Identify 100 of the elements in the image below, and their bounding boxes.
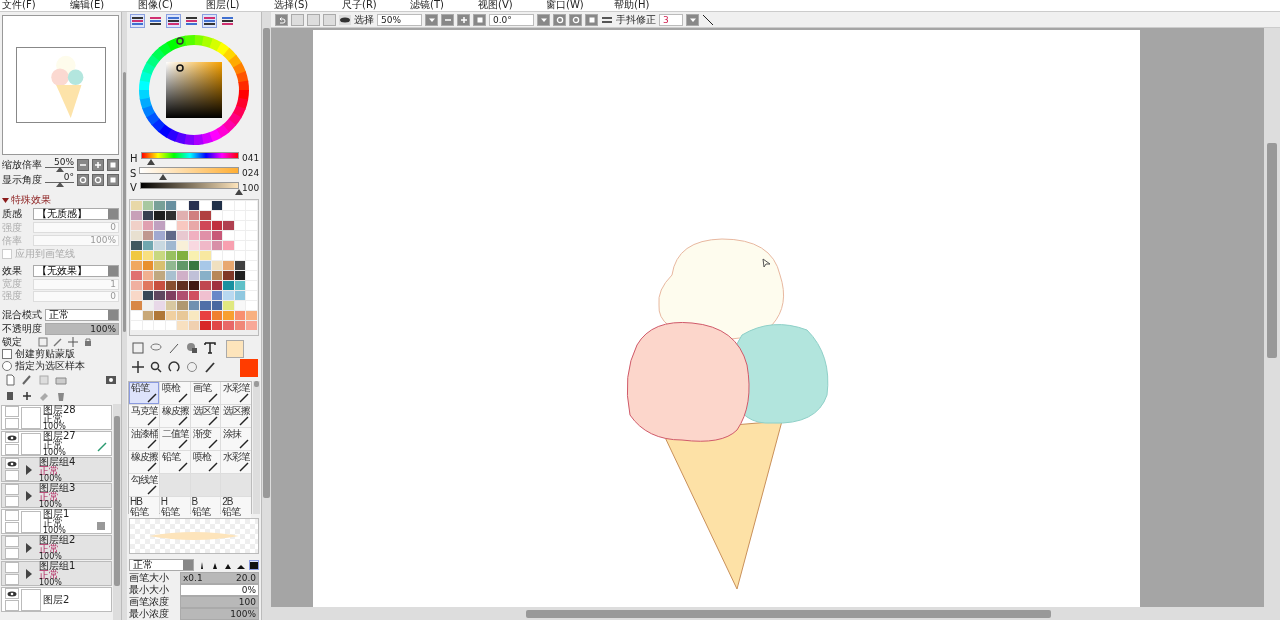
visibility-toggle[interactable]: [5, 458, 19, 469]
dropdown-button[interactable]: [537, 13, 550, 26]
scrollbar-thumb[interactable]: [114, 416, 120, 586]
secondary-color-swatch[interactable]: [240, 359, 258, 378]
brush-tool[interactable]: 选区擦: [221, 405, 251, 428]
zoom-out-button[interactable]: [441, 13, 454, 26]
zoom-out-button[interactable]: [77, 159, 89, 171]
brush-param-slider[interactable]: 100: [180, 596, 259, 608]
color-mode-tab[interactable]: [220, 14, 235, 28]
folder-icon[interactable]: [55, 374, 67, 386]
visibility-toggle[interactable]: [5, 588, 19, 599]
zoom-in-button[interactable]: [457, 13, 470, 26]
lock-pixels-icon[interactable]: [37, 335, 49, 348]
brush-tool[interactable]: 涂抹: [221, 428, 251, 451]
selection-toggle[interactable]: [5, 444, 19, 455]
brush-preset[interactable]: H 铅笔: [159, 497, 190, 520]
scrollbar-thumb[interactable]: [254, 381, 259, 388]
visibility-toggle[interactable]: [5, 510, 19, 521]
visibility-toggle[interactable]: [5, 562, 19, 573]
color-palette[interactable]: [129, 199, 259, 336]
reset-button[interactable]: [107, 159, 119, 171]
redo-button[interactable]: [291, 13, 304, 26]
selection-toggle[interactable]: [5, 574, 19, 585]
brush-preset[interactable]: 2B 铅笔: [221, 497, 251, 520]
expand-arrow-icon[interactable]: [25, 568, 33, 579]
color-mode-tab[interactable]: [130, 14, 145, 28]
brush-tool[interactable]: 二值笔: [159, 428, 190, 451]
eraser-icon[interactable]: [38, 390, 50, 402]
brush-param-slider[interactable]: 0%: [180, 584, 259, 596]
menu-item[interactable]: 编辑(E): [70, 0, 138, 11]
mask-icon[interactable]: [105, 374, 117, 386]
brush-tool[interactable]: 选区笔: [190, 405, 221, 428]
toolbar-button[interactable]: [307, 13, 320, 26]
opacity-bar[interactable]: 100%: [45, 322, 119, 335]
layer-group-row[interactable]: 图层组2 正常 100%: [1, 535, 112, 560]
rotate-left-button[interactable]: [77, 174, 89, 186]
zoom-slider[interactable]: 50%: [45, 158, 74, 172]
visibility-toggle[interactable]: [5, 406, 19, 417]
brush-tool[interactable]: 铅笔: [129, 382, 159, 405]
texture-dropdown[interactable]: 【无质感】: [33, 208, 119, 220]
effect-dropdown[interactable]: 【无效果】: [33, 265, 119, 277]
color-wheel[interactable]: [138, 34, 250, 147]
selection-toggle[interactable]: [5, 496, 19, 507]
text-tool-icon[interactable]: [202, 339, 218, 357]
brush-tool[interactable]: 橡皮擦: [129, 451, 159, 474]
brush-tool[interactable]: 画笔: [190, 382, 221, 405]
color-mode-tab[interactable]: [202, 14, 217, 28]
rotate-right-button[interactable]: [569, 13, 582, 26]
reset-button[interactable]: [585, 13, 598, 26]
layer-row[interactable]: 图层28 正常 100%: [1, 405, 112, 430]
brush-tool[interactable]: 渐变: [190, 428, 221, 451]
menu-item[interactable]: 帮助(H): [614, 0, 682, 11]
move-icon[interactable]: [130, 358, 146, 376]
reset-button[interactable]: [473, 13, 486, 26]
brush-tool[interactable]: 橡皮擦: [159, 405, 190, 428]
brush-tool[interactable]: 水彩笔: [221, 451, 251, 474]
menu-item[interactable]: 选择(S): [274, 0, 342, 11]
color-mode-tab[interactable]: [166, 14, 181, 28]
expand-arrow-icon[interactable]: [25, 464, 33, 475]
merge-down-icon[interactable]: [4, 390, 16, 402]
scrollbar-thumb[interactable]: [263, 28, 270, 498]
pen-layer-icon[interactable]: [21, 374, 33, 386]
menu-item[interactable]: 文件(F): [2, 0, 70, 11]
reset-button[interactable]: [107, 174, 119, 186]
lock-icon[interactable]: [82, 335, 94, 348]
blend-mode-dropdown[interactable]: 正常: [45, 309, 119, 321]
layer-row[interactable]: 图层2: [1, 587, 112, 612]
selection-toggle[interactable]: [5, 548, 19, 559]
stabilizer-field[interactable]: 3: [659, 13, 683, 26]
layer-group-row[interactable]: 图层组1 正常 100%: [1, 561, 112, 586]
brush-tool[interactable]: 喷枪: [190, 451, 221, 474]
checkbox[interactable]: [2, 249, 12, 259]
visibility-toggle[interactable]: [5, 484, 19, 495]
brush-tool[interactable]: 马克笔: [129, 405, 159, 428]
zoom-in-button[interactable]: [92, 159, 104, 171]
expand-arrow-icon[interactable]: [25, 490, 33, 501]
menu-item[interactable]: 图层(L): [206, 0, 274, 11]
brush-tool[interactable]: 铅笔: [159, 451, 190, 474]
brush-tool[interactable]: 油漆桶: [129, 428, 159, 451]
selection-toggle[interactable]: [5, 418, 19, 429]
rotate-left-button[interactable]: [553, 13, 566, 26]
pencil-icon[interactable]: [52, 335, 64, 348]
eye-icon[interactable]: [339, 14, 351, 25]
brush-tool[interactable]: 水彩笔: [221, 382, 251, 405]
trash-icon[interactable]: [55, 390, 67, 402]
layer-group-row[interactable]: 图层组4 正常 100%: [1, 457, 112, 482]
scrollbar-thumb[interactable]: [526, 609, 1051, 618]
brush-preset[interactable]: B 铅笔: [190, 497, 221, 520]
brush-tool[interactable]: 勾线笔: [129, 474, 159, 497]
zoom-field[interactable]: 50%: [377, 13, 422, 26]
brush-param-slider[interactable]: 100%: [180, 608, 259, 620]
visibility-toggle[interactable]: [5, 536, 19, 547]
menu-item[interactable]: 视图(V): [478, 0, 546, 11]
brush-param-slider[interactable]: x0.1 20.0: [180, 572, 259, 584]
menu-item[interactable]: 尺子(R): [342, 0, 410, 11]
scrollbar-thumb[interactable]: [1267, 143, 1277, 358]
color-mode-tab[interactable]: [148, 14, 163, 28]
rotate-right-button[interactable]: [92, 174, 104, 186]
dropdown-button[interactable]: [425, 13, 438, 26]
angle-field[interactable]: 0.0°: [489, 13, 534, 26]
